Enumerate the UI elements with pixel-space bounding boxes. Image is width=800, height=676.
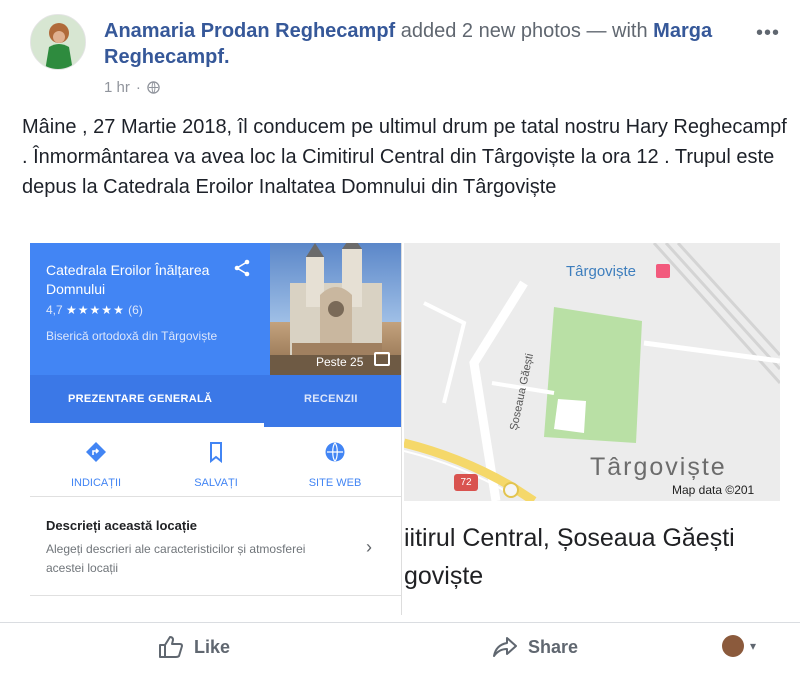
photos-count: Peste 25: [316, 355, 364, 369]
road-shield: 72: [454, 474, 478, 491]
reaction-as-selector[interactable]: ▾: [722, 635, 756, 657]
map-attribution: Map data ©201: [672, 483, 755, 497]
share-icon: [234, 259, 250, 277]
chevron-right-icon: ›: [366, 537, 372, 557]
post-action-text: added 2 new photos — with: [395, 20, 654, 42]
post-body-text: Mâine , 27 Martie 2018, îl conducem pe u…: [22, 116, 787, 198]
place-card-panel: Catedrala Eroilor Înălțarea Domnului 4,7…: [30, 243, 401, 615]
save-action: SALVAȚI: [166, 441, 266, 491]
divider: [30, 595, 401, 596]
directions-icon: [86, 442, 106, 462]
share-arrow-icon: [493, 637, 517, 657]
review-count: (6): [128, 303, 143, 317]
thumbs-up-icon: [159, 636, 183, 658]
post-header: Anamaria Prodan Reghecampf added 2 new p…: [104, 18, 744, 70]
chevron-down-icon: ▾: [750, 639, 757, 653]
map-caption: iitirul Central, Șoseaua Găești goviște: [404, 519, 780, 595]
post-card: Anamaria Prodan Reghecampf added 2 new p…: [0, 0, 800, 676]
map-city-label: Târgoviște: [590, 453, 727, 481]
website-action: SITE WEB: [285, 441, 385, 491]
map-image: Târgoviște Șoseaua Găești Târgoviște 72 …: [404, 243, 780, 501]
author-name-link[interactable]: Anamaria Prodan Reghecampf: [104, 20, 395, 42]
place-name: Catedrala Eroilor Înălțarea Domnului: [46, 262, 210, 297]
globe-icon[interactable]: [147, 81, 160, 94]
map-title: Târgoviște: [566, 263, 637, 280]
website-label: SITE WEB: [308, 477, 362, 489]
user-avatar: [722, 635, 744, 657]
share-button[interactable]: Share: [492, 635, 578, 659]
post-meta: 1 hr ·: [104, 79, 160, 96]
photo-place-card[interactable]: Catedrala Eroilor Înălțarea Domnului 4,7…: [30, 243, 402, 615]
map-caption-line-2: goviște: [404, 562, 484, 590]
place-tabs: PREZENTARE GENERALĂ RECENZII: [30, 375, 401, 427]
author-avatar[interactable]: [30, 14, 86, 70]
tab-overview: PREZENTARE GENERALĂ: [68, 393, 213, 405]
more-options-button[interactable]: •••: [756, 22, 780, 45]
map-caption-line-1: iitirul Central, Șoseaua Găești: [404, 524, 735, 552]
save-label: SALVAȚI: [194, 477, 238, 489]
place-type: Biserică ortodoxă din Târgoviște: [46, 329, 218, 343]
rating-value: 4,7: [46, 303, 63, 317]
meta-separator: ·: [135, 79, 141, 96]
photos-icon: [374, 352, 390, 366]
rating-stars-icon: ★★★★★: [66, 303, 125, 317]
tab-reviews: RECENZII: [304, 393, 358, 405]
place-rating: 4,7 ★★★★★ (6): [46, 303, 143, 317]
describe-title: Descrieți această locație: [46, 518, 198, 533]
globe-icon: [325, 442, 345, 462]
post-timestamp[interactable]: 1 hr: [104, 79, 130, 96]
share-label: Share: [528, 636, 579, 657]
place-actions: INDICAȚII SALVAȚI SITE WEB: [30, 427, 401, 497]
photo-map[interactable]: Târgoviște Șoseaua Găești Târgoviște 72 …: [404, 243, 780, 615]
like-label: Like: [194, 636, 231, 657]
like-button[interactable]: Like: [158, 635, 230, 659]
describe-text: Alegeți descrieri ale caracteristicilor …: [46, 542, 306, 575]
directions-label: INDICAȚII: [70, 477, 122, 489]
train-station-icon: [656, 264, 670, 278]
bookmark-icon: [210, 442, 222, 463]
post-actions-bar: Like Share ▾: [0, 622, 800, 676]
directions-action: INDICAȚII: [46, 441, 146, 491]
